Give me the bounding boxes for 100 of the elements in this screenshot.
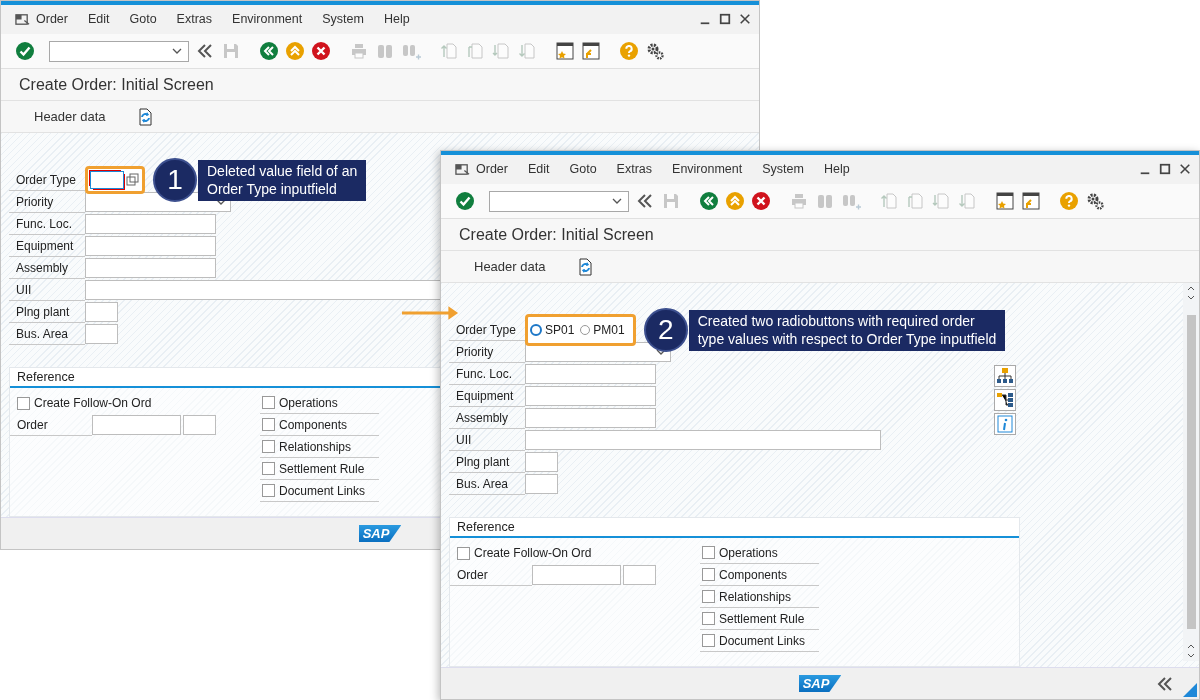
checkbox[interactable] (702, 568, 715, 582)
command-field[interactable] (49, 40, 189, 62)
menu-item[interactable]: Goto (569, 162, 597, 177)
menu-item[interactable]: System (762, 162, 804, 177)
exit-icon[interactable] (725, 191, 745, 212)
help-icon[interactable] (1059, 191, 1079, 212)
checkbox-label: Create Follow-On Ord (474, 546, 592, 561)
input-field[interactable] (525, 386, 656, 407)
checkbox[interactable] (17, 396, 30, 410)
logo: SAP (798, 675, 842, 693)
dropdown-caret-icon (216, 199, 226, 206)
screen-title: Create Order: Initial Screen (459, 225, 654, 244)
checkbox[interactable] (702, 546, 715, 560)
checkbox[interactable] (262, 418, 275, 432)
input-field[interactable] (525, 452, 558, 473)
checkbox-label: Operations (719, 545, 778, 560)
command-field[interactable] (489, 190, 629, 212)
info-icon[interactable] (994, 413, 1016, 436)
checkbox-label: Relationships (279, 439, 352, 454)
menu-item[interactable]: Order (36, 12, 68, 27)
group-title: Reference (457, 520, 515, 535)
hierarchy-icon[interactable] (994, 365, 1016, 388)
menu-item[interactable]: Environment (672, 162, 743, 177)
menu-icon[interactable] (455, 161, 470, 177)
menu-item[interactable]: Edit (87, 12, 110, 27)
help-icon[interactable] (619, 41, 639, 62)
radio-option[interactable]: PM01 (580, 323, 625, 338)
menu-item[interactable]: Help (383, 12, 410, 27)
checkbox-label: Create Follow-On Ord (34, 396, 152, 411)
screen-title: Create Order: Initial Screen (19, 75, 214, 94)
input-field[interactable] (525, 430, 881, 451)
resize-corner-icon[interactable] (1183, 683, 1197, 697)
dropdown-caret-icon (612, 198, 622, 205)
checkbox[interactable] (262, 396, 275, 410)
menu-item[interactable]: Edit (527, 162, 550, 177)
input-field[interactable] (525, 474, 558, 495)
cancel-icon[interactable] (311, 41, 331, 62)
input-field[interactable] (525, 364, 656, 385)
dropdown-caret-icon (656, 349, 666, 356)
dropdown-caret-icon (172, 48, 182, 55)
radio-option[interactable]: SP01 (530, 323, 575, 338)
header-data-button[interactable]: Header data (474, 259, 546, 275)
checkbox-label: Relationships (719, 589, 792, 604)
input-field[interactable] (183, 415, 216, 436)
checkbox[interactable] (262, 440, 275, 454)
input-field[interactable] (623, 565, 656, 586)
checkbox-label: Document Links (719, 633, 806, 648)
cancel-icon[interactable] (751, 191, 771, 212)
menu-item[interactable]: Extras (176, 12, 213, 27)
checkbox-label: Settlement Rule (279, 461, 365, 476)
input-field[interactable] (85, 324, 118, 345)
maximize-icon[interactable] (1159, 163, 1171, 176)
checkbox-label: Document Links (279, 483, 366, 498)
input-field[interactable] (532, 565, 621, 586)
settings-icon[interactable] (1085, 191, 1105, 212)
checkbox[interactable] (262, 462, 275, 476)
back-icon[interactable] (259, 41, 279, 62)
maximize-icon[interactable] (719, 13, 731, 26)
menu-item[interactable]: Goto (129, 12, 157, 27)
checkbox-label: Components (719, 567, 788, 582)
input-field[interactable] (85, 258, 216, 279)
checkbox-label: Operations (279, 395, 338, 410)
menu-item[interactable]: Extras (616, 162, 653, 177)
input-field[interactable] (85, 214, 216, 235)
annotation-note: Created two radiobuttons with required order type values with respect to Order Type inputfield (688, 309, 1006, 351)
annotation-note: Deleted value field of an Order Type inputfield (198, 159, 367, 201)
checkbox-label: Components (279, 417, 348, 432)
close-icon[interactable] (1179, 163, 1191, 176)
logo: SAP (358, 525, 402, 543)
checkbox[interactable] (702, 612, 715, 626)
step-number-badge: 1 (153, 158, 197, 203)
checkbox-label: Settlement Rule (719, 611, 805, 626)
close-icon[interactable] (739, 13, 751, 26)
checkbox[interactable] (702, 634, 715, 648)
enter-check-icon[interactable] (15, 41, 35, 62)
input-field[interactable] (85, 236, 216, 257)
menu-item[interactable]: Help (823, 162, 850, 177)
menu-item[interactable]: System (322, 12, 364, 27)
scroll-thumb[interactable] (1186, 315, 1196, 630)
back-icon[interactable] (699, 191, 719, 212)
exit-icon[interactable] (285, 41, 305, 62)
settings-icon[interactable] (645, 41, 665, 62)
input-field[interactable] (92, 415, 181, 436)
input-field[interactable] (85, 302, 118, 323)
header-data-button[interactable]: Header data (34, 109, 106, 125)
order-type-field[interactable] (90, 171, 124, 190)
step-number-badge: 2 (643, 308, 688, 353)
group-title: Reference (17, 370, 75, 385)
menu-item[interactable]: Environment (232, 12, 303, 27)
enter-check-icon[interactable] (455, 191, 475, 212)
menu-item[interactable]: Order (476, 162, 508, 177)
checkbox[interactable] (457, 546, 470, 560)
scrollbar[interactable] (1183, 283, 1199, 662)
checkbox[interactable] (262, 484, 275, 498)
menu-icon[interactable] (15, 11, 30, 27)
checkbox[interactable] (702, 590, 715, 604)
value-help-icon[interactable] (126, 173, 140, 188)
input-field[interactable] (525, 408, 656, 429)
input-field[interactable] (85, 280, 441, 301)
structure-icon[interactable] (994, 389, 1016, 412)
